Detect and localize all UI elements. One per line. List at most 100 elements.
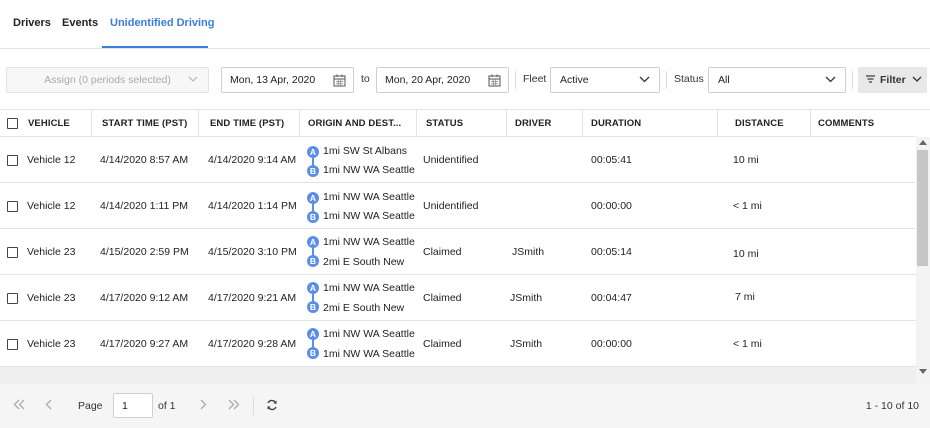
column-divider[interactable] (198, 110, 199, 137)
scrollbar-thumb[interactable] (917, 150, 928, 266)
divider (852, 71, 853, 89)
end-date-field[interactable]: Mon, 20 Apr, 2020 (376, 67, 509, 93)
toolbar: Assign (0 periods selected) Mon, 13 Apr,… (0, 50, 930, 110)
row-checkbox[interactable] (7, 155, 18, 166)
vehicle-cell: Vehicle 23 (27, 292, 76, 304)
column-divider[interactable] (582, 110, 583, 137)
chevron-down-icon (639, 76, 650, 83)
tab-unidentified-driving[interactable]: Unidentified Driving (110, 17, 215, 29)
column-divider[interactable] (91, 110, 92, 137)
column-header-comments[interactable]: COMMENTS (818, 110, 874, 137)
next-page-icon[interactable] (199, 399, 207, 410)
filter-button[interactable]: Filter (858, 67, 927, 93)
column-header-end-time[interactable]: END TIME (PST) (210, 110, 284, 137)
tab-bar: Drivers Events Unidentified Driving (0, 0, 930, 49)
row-checkbox[interactable] (7, 293, 18, 304)
select-all-checkbox[interactable] (7, 118, 18, 129)
column-header-origin-dest[interactable]: ORIGIN AND DEST... (308, 110, 401, 137)
table-scroll-overflow-row (0, 367, 916, 384)
end-time-cell: 4/17/2020 9:21 AM (208, 292, 297, 304)
assign-dropdown[interactable]: Assign (0 periods selected) (6, 67, 209, 93)
scroll-up-arrow-icon[interactable] (919, 140, 927, 145)
fleet-label: Fleet (523, 73, 547, 85)
table-row[interactable]: Vehicle 23 4/17/2020 9:12 AM 4/17/2020 9… (0, 275, 916, 321)
fleet-select[interactable]: Active (550, 67, 660, 93)
status-select[interactable]: All (708, 67, 846, 93)
table-row[interactable]: Vehicle 12 4/14/2020 1:11 PM 4/14/2020 1… (0, 183, 916, 229)
filter-label: Filter (880, 74, 906, 86)
row-checkbox[interactable] (7, 247, 18, 258)
destination-marker-icon: B (307, 165, 319, 177)
destination-marker-icon: B (307, 347, 319, 359)
destination-marker-icon: B (307, 255, 319, 267)
table-row[interactable]: Vehicle 23 4/17/2020 9:27 AM 4/17/2020 9… (0, 321, 916, 367)
column-header-driver[interactable]: DRIVER (515, 110, 552, 137)
status-select-value: All (718, 74, 730, 86)
column-divider[interactable] (810, 110, 811, 137)
status-cell: Claimed (423, 292, 462, 304)
column-divider[interactable] (506, 110, 507, 137)
row-checkbox[interactable] (7, 339, 18, 350)
tab-drivers[interactable]: Drivers (13, 17, 51, 29)
status-cell: Claimed (423, 338, 462, 350)
last-page-icon[interactable] (228, 399, 240, 410)
tab-events[interactable]: Events (62, 17, 98, 29)
table-header: VEHICLE START TIME (PST) END TIME (PST) … (0, 110, 916, 137)
table-row[interactable]: Vehicle 12 4/14/2020 8:57 AM 4/14/2020 9… (0, 137, 916, 183)
pagination-bar: Page 1 of 1 1 - 10 of 10 (0, 384, 930, 428)
origin-marker-icon: A (307, 236, 319, 248)
origin-text: 1mi NW WA Seattle (323, 328, 415, 340)
refresh-icon[interactable] (266, 399, 278, 411)
divider (253, 397, 254, 415)
column-divider[interactable] (717, 110, 718, 137)
start-date-field[interactable]: Mon, 13 Apr, 2020 (221, 67, 354, 93)
page-count-label: of 1 (158, 400, 176, 412)
start-time-cell: 4/14/2020 8:57 AM (100, 154, 189, 166)
driver-cell: JSmith (512, 246, 545, 258)
start-time-cell: 4/17/2020 9:12 AM (100, 292, 189, 304)
start-time-cell: 4/17/2020 9:27 AM (100, 338, 189, 350)
chevron-down-icon (188, 76, 198, 82)
end-time-cell: 4/14/2020 1:14 PM (208, 200, 297, 212)
origin-marker-icon: A (307, 328, 319, 340)
table-row[interactable]: Vehicle 23 4/15/2020 2:59 PM 4/15/2020 3… (0, 229, 916, 275)
calendar-icon[interactable] (333, 74, 346, 87)
previous-page-icon[interactable] (45, 399, 53, 410)
origin-marker-icon: A (307, 192, 319, 204)
column-header-start-time[interactable]: START TIME (PST) (102, 110, 187, 137)
column-header-duration[interactable]: DURATION (591, 110, 641, 137)
status-label: Status (674, 73, 704, 85)
distance-cell: 7 mi (735, 291, 755, 303)
destination-text: 1mi NW WA Seattle (323, 164, 415, 176)
destination-marker-icon: B (307, 301, 319, 313)
column-header-vehicle[interactable]: VEHICLE (28, 110, 70, 137)
page-number-input[interactable]: 1 (113, 393, 153, 418)
distance-cell: < 1 mi (733, 200, 762, 212)
duration-cell: 00:00:00 (591, 200, 632, 212)
driver-cell: JSmith (510, 292, 543, 304)
row-checkbox[interactable] (7, 201, 18, 212)
start-date-value: Mon, 13 Apr, 2020 (230, 74, 316, 86)
scroll-down-arrow-icon[interactable] (919, 369, 927, 374)
calendar-icon[interactable] (488, 74, 501, 87)
status-cell: Claimed (423, 246, 462, 258)
origin-text: 1mi SW St Albans (323, 145, 408, 157)
column-header-status[interactable]: STATUS (426, 110, 463, 137)
column-divider[interactable] (299, 110, 300, 137)
destination-marker-icon: B (307, 211, 319, 223)
vehicle-cell: Vehicle 12 (27, 154, 76, 166)
column-divider[interactable] (416, 110, 417, 137)
column-header-distance[interactable]: DISTANCE (735, 110, 784, 137)
destination-text: 2mi E South New (323, 302, 405, 314)
divider (666, 71, 667, 89)
first-page-icon[interactable] (13, 399, 25, 410)
page-label: Page (78, 400, 103, 412)
fleet-select-value: Active (560, 74, 589, 86)
origin-text: 1mi NW WA Seattle (323, 282, 415, 294)
start-time-cell: 4/14/2020 1:11 PM (100, 200, 188, 212)
distance-cell: < 1 mi (733, 338, 762, 350)
origin-text: 1mi NW WA Seattle (323, 191, 415, 203)
status-cell: Unidentified (423, 154, 479, 166)
divider (515, 71, 516, 89)
vehicle-cell: Vehicle 23 (27, 338, 76, 350)
